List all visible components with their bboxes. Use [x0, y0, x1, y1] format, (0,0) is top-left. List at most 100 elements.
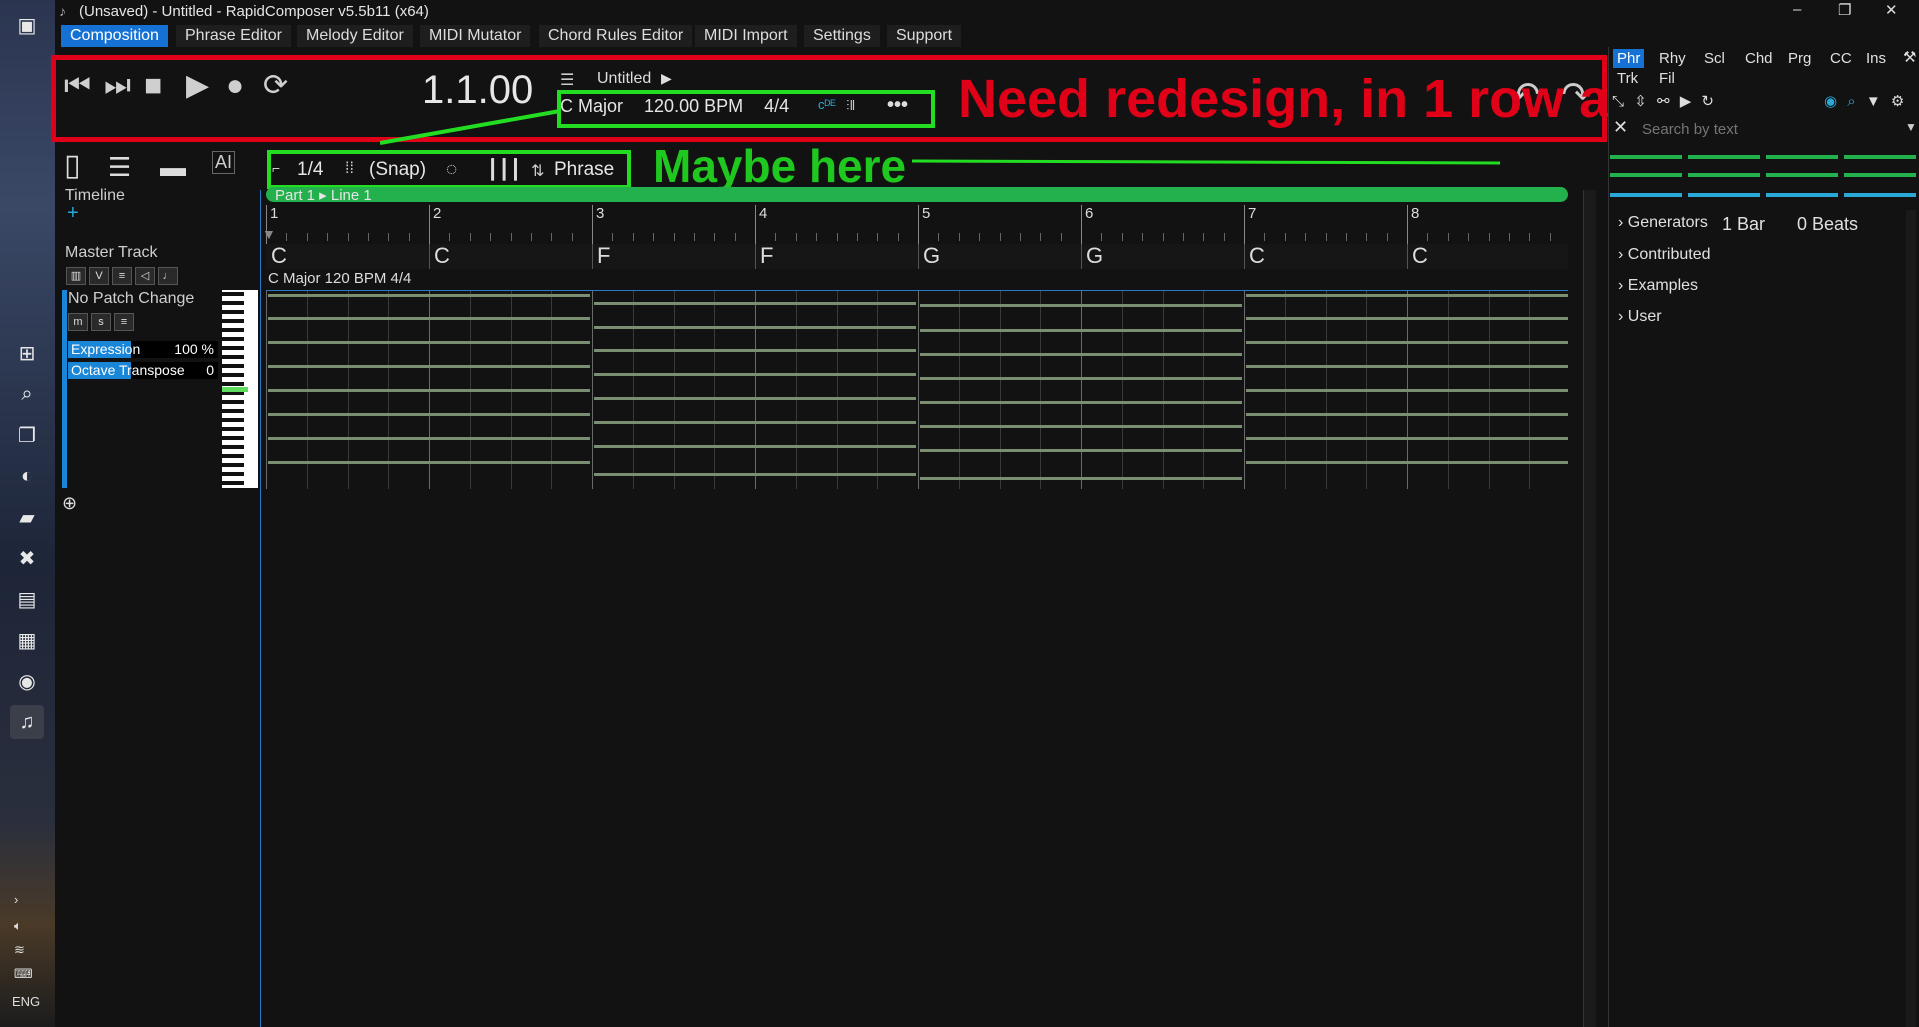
- tab-ins[interactable]: Ins: [1862, 49, 1890, 68]
- bars-length[interactable]: 1 Bar: [1722, 214, 1765, 235]
- library-scrollbar[interactable]: [1906, 210, 1916, 1027]
- ai-icon[interactable]: AI: [212, 151, 236, 174]
- note[interactable]: [920, 401, 1242, 404]
- black-key[interactable]: [222, 409, 244, 413]
- solo-button[interactable]: s: [91, 313, 111, 331]
- link-icon[interactable]: ⚯: [1657, 93, 1670, 110]
- refresh-icon[interactable]: ↻: [1701, 93, 1714, 110]
- patch-label[interactable]: No Patch Change: [68, 290, 194, 308]
- note[interactable]: [1246, 461, 1568, 464]
- piano-keyboard[interactable]: [222, 290, 258, 488]
- note[interactable]: [1246, 437, 1568, 440]
- tools-icon[interactable]: ✖: [10, 541, 44, 575]
- octave-transpose-slider[interactable]: Octave Transpose 0: [68, 362, 218, 379]
- note[interactable]: [920, 449, 1242, 452]
- note[interactable]: [268, 413, 590, 416]
- menu-midi-import[interactable]: MIDI Import: [695, 25, 797, 47]
- beats-length[interactable]: 0 Beats: [1797, 214, 1858, 235]
- note[interactable]: [268, 437, 590, 440]
- grid-resolution[interactable]: 1/4: [297, 159, 323, 181]
- note[interactable]: [920, 329, 1242, 332]
- note[interactable]: [268, 389, 590, 392]
- edit-mode[interactable]: Phrase: [554, 159, 614, 181]
- vertical-scrollbar[interactable]: [1583, 190, 1596, 1027]
- expression-slider[interactable]: Expression 100 %: [68, 341, 218, 358]
- black-key[interactable]: [222, 364, 244, 368]
- speaker-icon[interactable]: ◁: [135, 267, 155, 285]
- volume-icon[interactable]: 🔈︎: [14, 918, 22, 934]
- chord[interactable]: C: [1412, 243, 1428, 269]
- search-icon[interactable]: ⌕: [10, 377, 44, 411]
- black-key[interactable]: [222, 472, 244, 476]
- note[interactable]: [920, 304, 1242, 307]
- black-key[interactable]: [222, 436, 244, 440]
- note[interactable]: [268, 341, 590, 344]
- tab-chd[interactable]: Chd: [1741, 49, 1777, 68]
- menu-midi-mutator[interactable]: MIDI Mutator: [420, 25, 531, 47]
- note[interactable]: [594, 445, 916, 448]
- note[interactable]: [1246, 389, 1568, 392]
- black-key[interactable]: [222, 310, 244, 314]
- mute-button[interactable]: m: [68, 313, 88, 331]
- chord[interactable]: G: [1086, 243, 1103, 269]
- tab-trk[interactable]: Trk: [1613, 69, 1642, 88]
- tree-item-examples[interactable]: › Examples: [1618, 277, 1698, 295]
- rapidcomposer-taskbar-icon[interactable]: ♫: [10, 705, 44, 739]
- track-menu-icon[interactable]: ≡: [114, 313, 134, 331]
- chord-track[interactable]: C C F F G G C C: [266, 243, 1568, 269]
- folder-icon[interactable]: ▰: [10, 500, 44, 534]
- note[interactable]: [268, 317, 590, 320]
- black-key[interactable]: [222, 319, 244, 323]
- black-key[interactable]: [222, 346, 244, 350]
- playhead-marker[interactable]: ▼: [262, 226, 276, 242]
- piano-icon[interactable]: ▥: [66, 267, 86, 285]
- guitar-icon[interactable]: ♩: [158, 267, 178, 285]
- bar-ruler[interactable]: 1 2 3 4 5 6 7 8: [266, 205, 1568, 245]
- black-key[interactable]: [222, 445, 244, 449]
- black-key[interactable]: [222, 292, 244, 296]
- tree-item-user[interactable]: › User: [1618, 308, 1662, 326]
- snap-toggle[interactable]: (Snap): [369, 159, 426, 181]
- list-icon[interactable]: ≡: [112, 267, 132, 285]
- chord[interactable]: C: [1249, 243, 1265, 269]
- note[interactable]: [594, 349, 916, 352]
- app-icon-1[interactable]: ◐: [10, 459, 44, 493]
- tab-scl[interactable]: Scl: [1700, 49, 1729, 68]
- listen-icon[interactable]: ◌: [446, 159, 457, 181]
- menu-phrase-editor[interactable]: Phrase Editor: [176, 25, 291, 47]
- note[interactable]: [594, 302, 916, 305]
- note[interactable]: [594, 373, 916, 376]
- tree-item-contributed[interactable]: › Contributed: [1618, 246, 1711, 264]
- note[interactable]: [594, 421, 916, 424]
- eye-icon[interactable]: ◉: [1824, 93, 1837, 110]
- tracks-icon[interactable]: ☰: [108, 152, 131, 183]
- wifi-icon[interactable]: ≋: [14, 942, 25, 958]
- add-timeline-button[interactable]: +: [67, 203, 83, 223]
- black-key[interactable]: [222, 328, 244, 332]
- chord[interactable]: C: [271, 243, 287, 269]
- menu-chord-rules-editor[interactable]: Chord Rules Editor: [539, 25, 693, 47]
- collapse-icon[interactable]: ⤡: [1612, 93, 1624, 110]
- wrench-icon[interactable]: ⚒: [1903, 48, 1916, 66]
- tree-item-generators[interactable]: › Generators: [1618, 214, 1708, 232]
- minimize-button[interactable]: –: [1793, 1, 1801, 18]
- library-search-input[interactable]: [1640, 118, 1919, 141]
- black-key[interactable]: [222, 418, 244, 422]
- black-key[interactable]: [222, 463, 244, 467]
- save-app-icon[interactable]: ▦: [10, 623, 44, 657]
- magnifier-icon[interactable]: ⌕: [1847, 93, 1855, 110]
- black-key[interactable]: [222, 400, 244, 404]
- expand-icon[interactable]: ⇳: [1634, 93, 1647, 110]
- chrome-icon[interactable]: ◉: [10, 664, 44, 698]
- black-key[interactable]: [222, 454, 244, 458]
- note[interactable]: [268, 461, 590, 464]
- black-key[interactable]: [222, 481, 244, 485]
- note[interactable]: [594, 326, 916, 329]
- note[interactable]: [1246, 413, 1568, 416]
- note[interactable]: [920, 477, 1242, 480]
- black-key[interactable]: [222, 355, 244, 359]
- new-file-icon[interactable]: ▯: [64, 148, 81, 183]
- chevron-up-icon[interactable]: ›: [14, 892, 18, 907]
- task-view-icon[interactable]: ❐: [10, 418, 44, 452]
- part-bar[interactable]: [266, 187, 1568, 202]
